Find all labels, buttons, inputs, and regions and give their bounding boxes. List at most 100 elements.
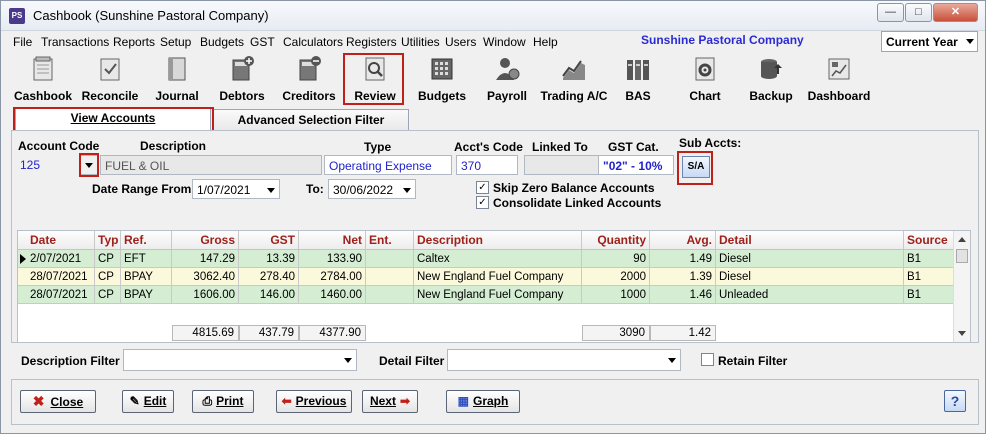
calculator-icon <box>431 58 453 80</box>
description-filter-select[interactable] <box>123 349 357 371</box>
creditors-button[interactable]: Creditors <box>277 53 341 105</box>
dropdown-highlight <box>79 153 99 177</box>
minimize-button[interactable]: — <box>877 3 904 22</box>
date-from-value: 1/07/2021 <box>197 183 251 197</box>
col-source[interactable]: Source <box>904 231 954 249</box>
graph-button[interactable]: ▦ Graph <box>446 390 520 413</box>
toolbar-label-bas: BAS <box>625 89 651 103</box>
skip-zero-label: Skip Zero Balance Accounts <box>493 181 655 195</box>
type-field: Operating Expense <box>324 155 452 175</box>
retain-filter-checkbox[interactable] <box>701 353 714 366</box>
cell-avg: 1.39 <box>650 268 716 286</box>
menu-setup[interactable]: Setup <box>160 35 191 49</box>
col-net[interactable]: Net <box>299 231 366 249</box>
backup-button[interactable]: Backup <box>743 53 799 105</box>
help-button[interactable]: ? <box>944 390 966 412</box>
menu-window[interactable]: Window <box>483 35 526 49</box>
reconcile-icon <box>100 58 120 81</box>
menu-users[interactable]: Users <box>445 35 476 49</box>
cell-gst: 13.39 <box>239 250 299 268</box>
journal-button[interactable]: Journal <box>147 53 207 105</box>
maximize-button[interactable]: □ <box>905 3 932 22</box>
total-quantity: 3090 <box>582 325 650 341</box>
reconcile-button[interactable]: Reconcile <box>79 53 141 105</box>
col-avg[interactable]: Avg. <box>650 231 716 249</box>
table-row[interactable]: 2/07/2021 CP EFT 147.29 13.39 133.90 Cal… <box>18 250 954 268</box>
col-description[interactable]: Description <box>414 231 582 249</box>
total-avg: 1.42 <box>650 325 716 341</box>
account-code-field[interactable]: 125 <box>16 155 80 175</box>
edit-icon: ✎ <box>129 394 140 408</box>
budgets-button[interactable]: Budgets <box>411 53 473 105</box>
cell-source: B1 <box>904 286 954 304</box>
col-quantity[interactable]: Quantity <box>582 231 650 249</box>
menu-calculators[interactable]: Calculators <box>283 35 343 49</box>
next-button[interactable]: Next ➡ <box>362 390 418 413</box>
menu-help[interactable]: Help <box>533 35 558 49</box>
close-window-button[interactable]: ✕ <box>933 3 978 22</box>
total-gross: 4815.69 <box>172 325 239 341</box>
col-typ[interactable]: Typ <box>95 231 121 249</box>
scroll-down-icon[interactable] <box>958 331 966 336</box>
col-gst[interactable]: GST <box>239 231 299 249</box>
print-button[interactable]: ⎙ Print <box>192 390 254 413</box>
table-row[interactable]: 28/07/2021 CP BPAY 3062.40 278.40 2784.0… <box>18 268 954 286</box>
previous-button[interactable]: ⬅ Previous <box>276 390 352 413</box>
printer-icon: ⎙ <box>202 394 213 408</box>
col-ref[interactable]: Ref. <box>121 231 172 249</box>
gst-cat-label: GST Cat. <box>608 140 659 154</box>
cell-net: 2784.00 <box>299 268 366 286</box>
tab-label-advanced-filter: Advanced Selection Filter <box>237 113 385 127</box>
bas-button[interactable]: BAS <box>615 53 661 105</box>
transactions-grid: Date Typ Ref. Gross GST Net Ent. Descrip… <box>17 230 971 343</box>
person-money-icon <box>496 58 520 80</box>
menu-budgets[interactable]: Budgets <box>200 35 244 49</box>
app-icon: PS <box>9 8 25 24</box>
menu-transactions[interactable]: Transactions <box>41 35 109 49</box>
menu-utilities[interactable]: Utilities <box>401 35 440 49</box>
toolbar-label-budgets: Budgets <box>418 89 466 103</box>
col-ent[interactable]: Ent. <box>366 231 414 249</box>
chevron-down-icon <box>267 188 275 193</box>
chart-button[interactable]: Chart <box>675 53 735 105</box>
tab-advanced-selection-filter[interactable]: Advanced Selection Filter <box>213 109 409 131</box>
date-from-field[interactable]: 1/07/2021 <box>192 179 280 199</box>
date-to-field[interactable]: 30/06/2022 <box>328 179 416 199</box>
toolbar: Cashbook Reconcile Journal Debtors Credi… <box>7 53 981 105</box>
cashbook-button[interactable]: Cashbook <box>11 53 75 105</box>
menu-file[interactable]: File <box>13 35 32 49</box>
toolbar-label-backup: Backup <box>749 89 793 103</box>
menu-gst[interactable]: GST <box>250 35 275 49</box>
skip-zero-checkbox[interactable]: ✓ <box>476 181 489 194</box>
trading-ac-button[interactable]: Trading A/C <box>539 53 609 105</box>
dashboard-button[interactable]: Dashboard <box>803 53 875 105</box>
payroll-button[interactable]: Payroll <box>479 53 535 105</box>
edit-button[interactable]: ✎ Edit <box>122 390 174 413</box>
col-date[interactable]: Date <box>18 231 95 249</box>
previous-button-label: Previous <box>295 394 347 408</box>
edit-button-label: Edit <box>143 394 167 408</box>
scroll-up-icon[interactable] <box>958 237 966 242</box>
period-select[interactable]: Current Year <box>881 31 978 52</box>
total-gst: 437.79 <box>239 325 299 341</box>
consolidate-checkbox[interactable]: ✓ <box>476 196 489 209</box>
menu-registers[interactable]: Registers <box>346 35 397 49</box>
col-gross[interactable]: Gross <box>172 231 239 249</box>
detail-filter-select[interactable] <box>447 349 681 371</box>
grid-scrollbar[interactable] <box>953 231 970 342</box>
cell-typ: CP <box>95 250 121 268</box>
col-detail[interactable]: Detail <box>716 231 904 249</box>
table-row[interactable]: 28/07/2021 CP BPAY 1606.00 146.00 1460.0… <box>18 286 954 304</box>
title-bar: PS Cashbook (Sunshine Pastoral Company) … <box>1 1 985 31</box>
debtors-button[interactable]: Debtors <box>211 53 273 105</box>
linked-to-label: Linked To <box>532 140 588 154</box>
toolbar-label-debtors: Debtors <box>219 89 265 103</box>
menu-reports[interactable]: Reports <box>113 35 155 49</box>
close-button[interactable]: ✖ Close <box>20 390 96 413</box>
print-button-label: Print <box>216 394 244 408</box>
chevron-down-icon <box>403 188 411 193</box>
scroll-thumb[interactable] <box>956 249 968 263</box>
cashbook-icon <box>33 56 53 81</box>
retain-filter-label: Retain Filter <box>718 354 788 368</box>
cell-detail: Diesel <box>716 250 904 268</box>
